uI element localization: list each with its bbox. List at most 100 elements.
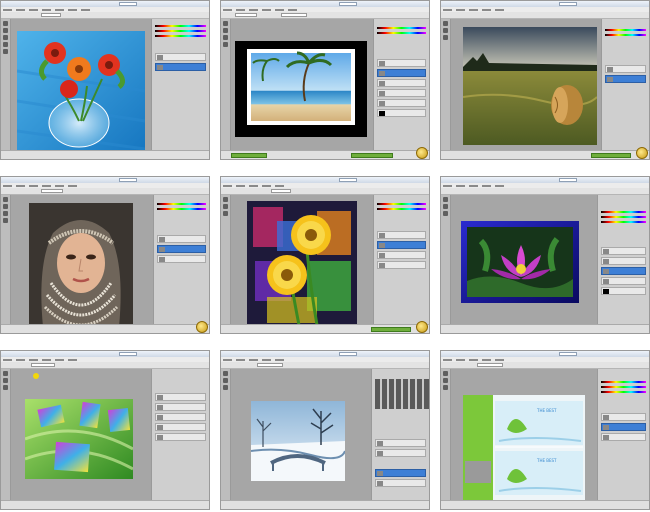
canvas-area[interactable] xyxy=(451,195,597,325)
layer-row[interactable] xyxy=(375,479,426,487)
canvas-area[interactable] xyxy=(231,195,373,329)
menu-item[interactable] xyxy=(495,358,504,361)
menu-item[interactable] xyxy=(29,8,38,11)
menu-item[interactable] xyxy=(55,358,64,361)
taskbar-button[interactable] xyxy=(591,153,631,158)
layer-row[interactable] xyxy=(377,251,426,259)
menu-item[interactable] xyxy=(55,184,64,187)
color-slider[interactable] xyxy=(155,30,206,32)
menu-item[interactable] xyxy=(249,358,258,361)
layer-row[interactable] xyxy=(375,439,426,447)
tool-icon[interactable] xyxy=(223,42,228,47)
layer-row[interactable] xyxy=(601,287,646,295)
document-tab[interactable] xyxy=(119,2,137,6)
tool-icon[interactable] xyxy=(223,378,228,383)
tool-icon[interactable] xyxy=(443,211,448,216)
layer-row[interactable] xyxy=(377,109,426,117)
tool-icon[interactable] xyxy=(443,371,448,376)
option-field[interactable] xyxy=(477,363,503,367)
document-tab[interactable] xyxy=(119,178,137,182)
layer-row[interactable] xyxy=(605,65,646,73)
layer-row[interactable] xyxy=(375,449,426,457)
taskbar-button[interactable] xyxy=(231,153,267,158)
menu-item[interactable] xyxy=(68,184,77,187)
layer-row[interactable] xyxy=(601,433,646,441)
canvas-area[interactable] xyxy=(231,19,373,151)
tool-icon[interactable] xyxy=(443,197,448,202)
menu-item[interactable] xyxy=(55,8,64,11)
tool-icon[interactable] xyxy=(3,21,8,26)
layer-row[interactable] xyxy=(601,257,646,265)
menu-item[interactable] xyxy=(42,8,51,11)
menu-item[interactable] xyxy=(29,358,38,361)
layer-row-selected[interactable] xyxy=(601,267,646,275)
document-tab[interactable] xyxy=(339,352,357,356)
layer-row-selected[interactable] xyxy=(377,69,426,77)
layer-row[interactable] xyxy=(155,433,206,441)
layer-row-selected[interactable] xyxy=(157,245,206,253)
option-field[interactable] xyxy=(235,13,257,17)
swatch-grid[interactable] xyxy=(375,379,429,409)
menu-item[interactable] xyxy=(3,8,12,11)
layer-row[interactable] xyxy=(377,59,426,67)
option-field[interactable] xyxy=(41,13,61,17)
color-slider[interactable] xyxy=(605,29,646,31)
tool-icon[interactable] xyxy=(443,378,448,383)
option-field[interactable] xyxy=(31,363,55,367)
color-slider[interactable] xyxy=(605,34,646,36)
layer-row[interactable] xyxy=(377,261,426,269)
layer-row-selected[interactable] xyxy=(601,423,646,431)
canvas-area[interactable] xyxy=(11,369,151,501)
color-slider[interactable] xyxy=(377,208,426,210)
layer-row[interactable] xyxy=(155,393,206,401)
menu-item[interactable] xyxy=(29,184,38,187)
tool-icon[interactable] xyxy=(3,385,8,390)
color-slider[interactable] xyxy=(377,32,426,34)
menu-item[interactable] xyxy=(236,184,245,187)
tool-icon[interactable] xyxy=(443,21,448,26)
option-field[interactable] xyxy=(41,189,63,193)
option-field[interactable] xyxy=(271,189,291,193)
color-slider[interactable] xyxy=(377,27,426,29)
menu-item[interactable] xyxy=(249,184,258,187)
menu-item[interactable] xyxy=(482,184,491,187)
menu-item[interactable] xyxy=(3,358,12,361)
color-slider[interactable] xyxy=(601,386,646,388)
tool-icon[interactable] xyxy=(3,204,8,209)
tool-icon[interactable] xyxy=(223,21,228,26)
layer-row[interactable] xyxy=(377,89,426,97)
tool-icon[interactable] xyxy=(223,197,228,202)
document-tab[interactable] xyxy=(119,352,137,356)
canvas-area[interactable] xyxy=(451,19,601,151)
tool-icon[interactable] xyxy=(3,378,8,383)
menu-item[interactable] xyxy=(3,184,12,187)
menu-item[interactable] xyxy=(482,8,491,11)
menu-item[interactable] xyxy=(443,8,452,11)
menu-item[interactable] xyxy=(236,358,245,361)
tool-icon[interactable] xyxy=(443,35,448,40)
canvas-area[interactable] xyxy=(11,19,151,153)
tool-icon[interactable] xyxy=(3,49,8,54)
menu-item[interactable] xyxy=(495,8,504,11)
menu-item[interactable] xyxy=(223,184,232,187)
menu-item[interactable] xyxy=(81,8,90,11)
color-slider[interactable] xyxy=(601,216,646,218)
menu-item[interactable] xyxy=(223,8,232,11)
menu-item[interactable] xyxy=(443,184,452,187)
menu-item[interactable] xyxy=(68,8,77,11)
tool-icon[interactable] xyxy=(223,204,228,209)
option-field[interactable] xyxy=(281,13,307,17)
color-slider[interactable] xyxy=(157,208,206,210)
layer-row[interactable] xyxy=(601,413,646,421)
color-slider[interactable] xyxy=(155,35,206,37)
layer-row-selected[interactable] xyxy=(377,241,426,249)
menu-item[interactable] xyxy=(68,358,77,361)
tool-icon[interactable] xyxy=(223,35,228,40)
menu-item[interactable] xyxy=(16,8,25,11)
document-tab[interactable] xyxy=(339,2,357,6)
menu-item[interactable] xyxy=(275,358,284,361)
layer-row[interactable] xyxy=(157,255,206,263)
menu-item[interactable] xyxy=(42,184,51,187)
menu-item[interactable] xyxy=(236,8,245,11)
canvas-area[interactable] xyxy=(11,195,153,327)
